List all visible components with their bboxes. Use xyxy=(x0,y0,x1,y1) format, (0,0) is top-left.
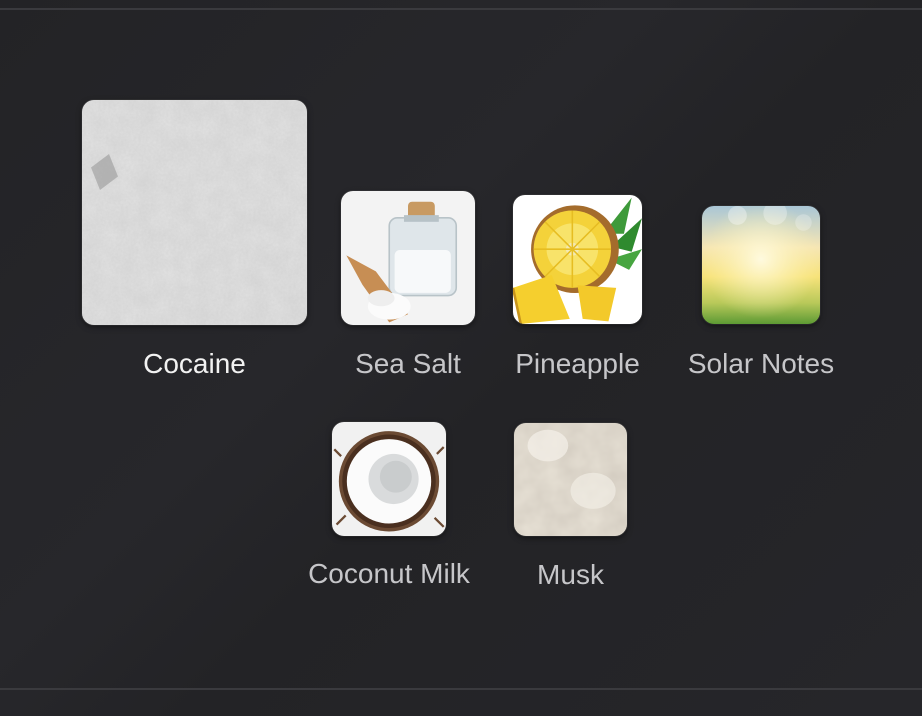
note-label: Solar Notes xyxy=(687,348,835,379)
note-label: Coconut Milk xyxy=(308,558,470,589)
musk-texture-image xyxy=(514,423,627,536)
sea-salt-jar-image xyxy=(341,191,475,325)
note-label: Pineapple xyxy=(515,348,640,379)
bottom-divider xyxy=(0,688,922,690)
sunlight-bokeh-image xyxy=(702,206,820,324)
note-solar-notes[interactable]: Solar Notes xyxy=(688,206,834,391)
fragrance-notes-panel: Cocaine Sea Salt Pineapple Solar Notes C… xyxy=(0,0,922,716)
powder-image xyxy=(82,100,307,325)
note-label: Musk xyxy=(537,559,604,590)
note-musk[interactable]: Musk xyxy=(514,423,627,602)
coconut-image xyxy=(332,422,446,536)
pineapple-image xyxy=(513,195,642,324)
note-sea-salt[interactable]: Sea Salt xyxy=(341,191,475,391)
top-divider xyxy=(0,8,922,10)
note-cocaine[interactable]: Cocaine xyxy=(82,100,307,390)
note-pineapple[interactable]: Pineapple xyxy=(513,195,642,391)
note-coconut-milk[interactable]: Coconut Milk xyxy=(308,422,470,602)
